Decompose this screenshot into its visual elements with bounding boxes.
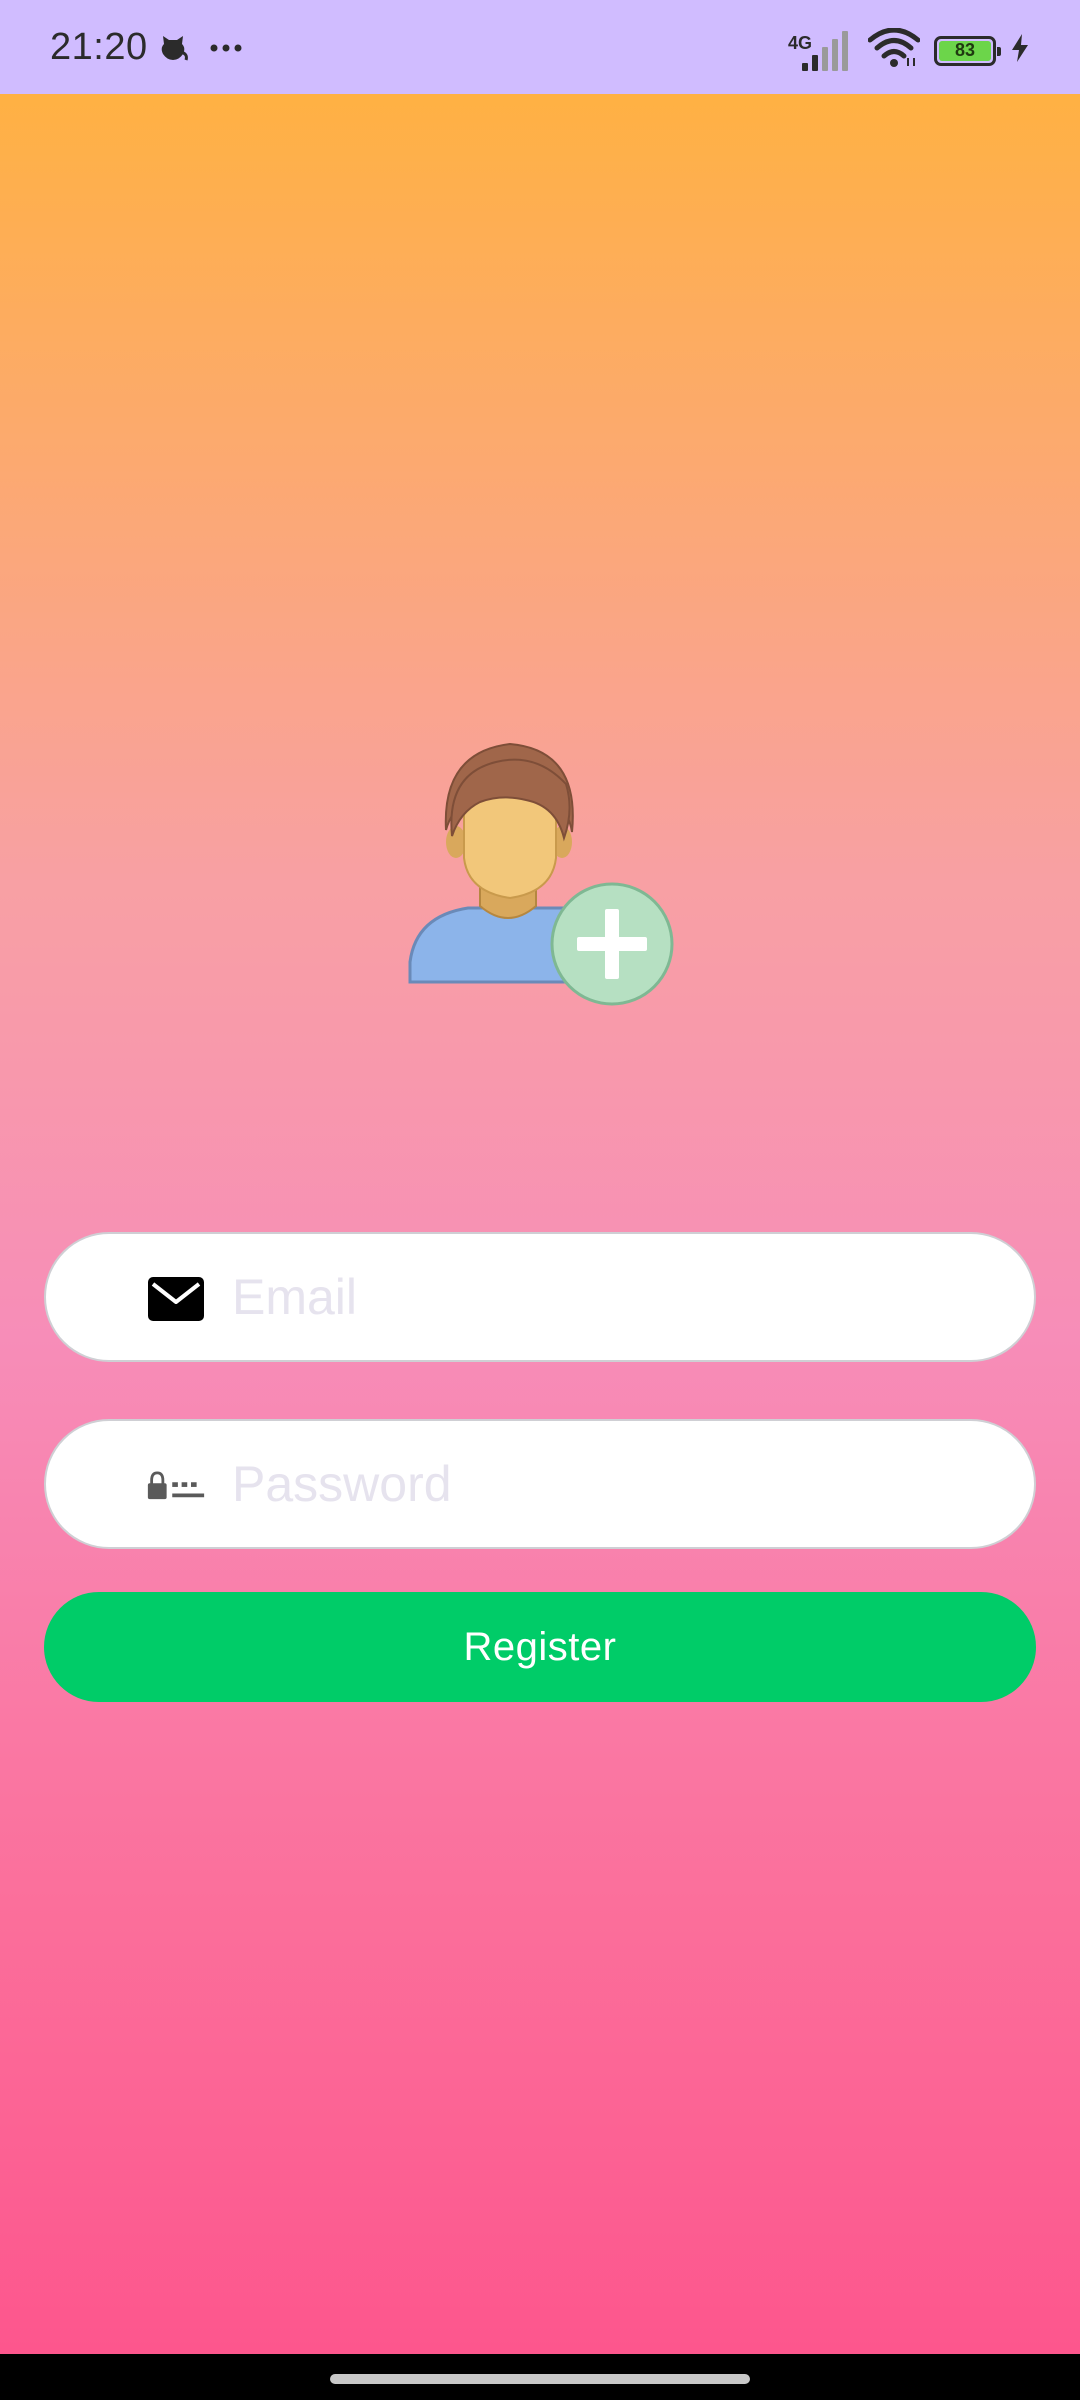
home-indicator[interactable] bbox=[330, 2374, 750, 2384]
signal-icon bbox=[802, 30, 848, 71]
password-input[interactable] bbox=[232, 1421, 994, 1547]
battery-fill: 83 bbox=[939, 40, 991, 61]
more-dots-icon bbox=[208, 41, 244, 59]
status-bar: 21:20 4G 83 bbox=[0, 0, 1080, 94]
status-right-icons: 4G 83 bbox=[788, 27, 1030, 73]
navigation-bar bbox=[0, 2354, 1080, 2400]
screen: 21:20 4G 83 Email Register bbox=[0, 0, 1080, 2400]
register-button[interactable]: Register bbox=[44, 1592, 1036, 1702]
email-input[interactable] bbox=[232, 1234, 994, 1360]
signal-indicator: 4G bbox=[788, 29, 854, 73]
battery-level: 83 bbox=[954, 40, 976, 60]
envelope-icon bbox=[146, 1271, 206, 1327]
password-field[interactable] bbox=[44, 1419, 1036, 1549]
pet-notification-icon bbox=[156, 30, 190, 69]
password-lock-icon bbox=[146, 1458, 206, 1514]
charging-icon bbox=[1010, 33, 1030, 68]
app-background bbox=[0, 94, 1080, 2354]
status-left-icons bbox=[156, 30, 244, 69]
wifi-icon bbox=[867, 27, 921, 73]
battery-icon: 83 bbox=[934, 35, 1001, 66]
email-field[interactable] bbox=[44, 1232, 1036, 1362]
add-user-icon bbox=[406, 740, 680, 1010]
status-time: 21:20 bbox=[50, 26, 148, 68]
